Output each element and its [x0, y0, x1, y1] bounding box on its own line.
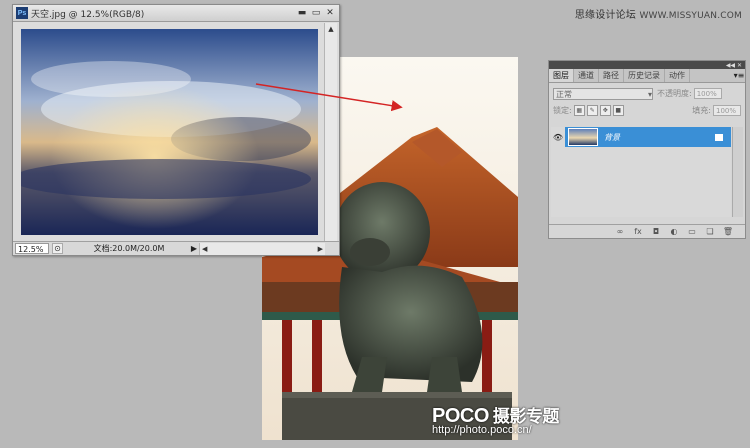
tab-paths[interactable]: 路径 [599, 69, 624, 82]
layer-style-icon[interactable]: fx [631, 227, 645, 236]
layer-list: 👁 背景 [551, 127, 731, 217]
new-layer-icon[interactable]: ❏ [703, 227, 717, 236]
lock-pixels-icon[interactable]: ✎ [586, 105, 598, 116]
adjustment-layer-icon[interactable]: ◐ [667, 227, 681, 236]
fill-label: 填充: [692, 106, 711, 115]
blend-mode-select[interactable]: 正常 ▾ [553, 87, 653, 100]
layer-body[interactable]: 背景 [565, 127, 731, 147]
panel-close-icon[interactable]: ✕ [737, 62, 742, 69]
blend-row: 正常 ▾ 不透明度: 100% [549, 85, 745, 102]
panel-menu-icon[interactable]: ▾≡ [733, 69, 745, 82]
lock-position-icon[interactable]: ✥ [599, 105, 611, 116]
layer-thumbnail [568, 128, 598, 146]
layer-name: 背景 [604, 132, 620, 142]
lock-transparency-icon[interactable]: ▦ [573, 105, 585, 116]
blend-mode-value: 正常 [556, 89, 572, 99]
new-group-icon[interactable]: ▭ [685, 227, 699, 236]
layers-panel[interactable]: ◀◀ ✕ 图层 通道 路径 历史记录 动作 ▾≡ 正常 ▾ 不透明度: 100% … [548, 60, 746, 239]
tab-layers[interactable]: 图层 [549, 69, 574, 82]
layer-row[interactable]: 👁 背景 [551, 127, 731, 147]
tab-channels[interactable]: 通道 [574, 69, 599, 82]
opacity-label: 不透明度: [657, 89, 692, 98]
layer-mask-icon[interactable]: ◘ [649, 227, 663, 236]
tab-history[interactable]: 历史记录 [624, 69, 665, 82]
layer-lock-icon [715, 133, 723, 141]
dropdown-arrow-icon: ▾ [647, 89, 652, 99]
link-layers-icon[interactable]: ∞ [613, 227, 627, 236]
tab-actions[interactable]: 动作 [665, 69, 690, 82]
eye-icon[interactable]: 👁 [551, 133, 565, 142]
panel-top-strip[interactable]: ◀◀ ✕ [549, 61, 745, 69]
opacity-field[interactable]: 100% [693, 88, 722, 99]
panel-tabs: 图层 通道 路径 历史记录 动作 ▾≡ [549, 69, 745, 83]
delete-layer-icon[interactable]: 🗑 [721, 227, 735, 236]
collapse-icon[interactable]: ◀◀ [726, 62, 735, 69]
lock-all-icon[interactable]: ■ [612, 105, 624, 116]
layer-list-scrollbar[interactable] [732, 127, 743, 217]
lock-row: 锁定: ▦ ✎ ✥ ■ 填充: 100% [549, 102, 745, 119]
lock-label: 锁定: [553, 106, 572, 115]
lock-icons: ▦ ✎ ✥ ■ [573, 105, 626, 116]
fill-field[interactable]: 100% [713, 105, 741, 116]
panel-bottom-bar: ∞ fx ◘ ◐ ▭ ❏ 🗑 [549, 224, 745, 238]
